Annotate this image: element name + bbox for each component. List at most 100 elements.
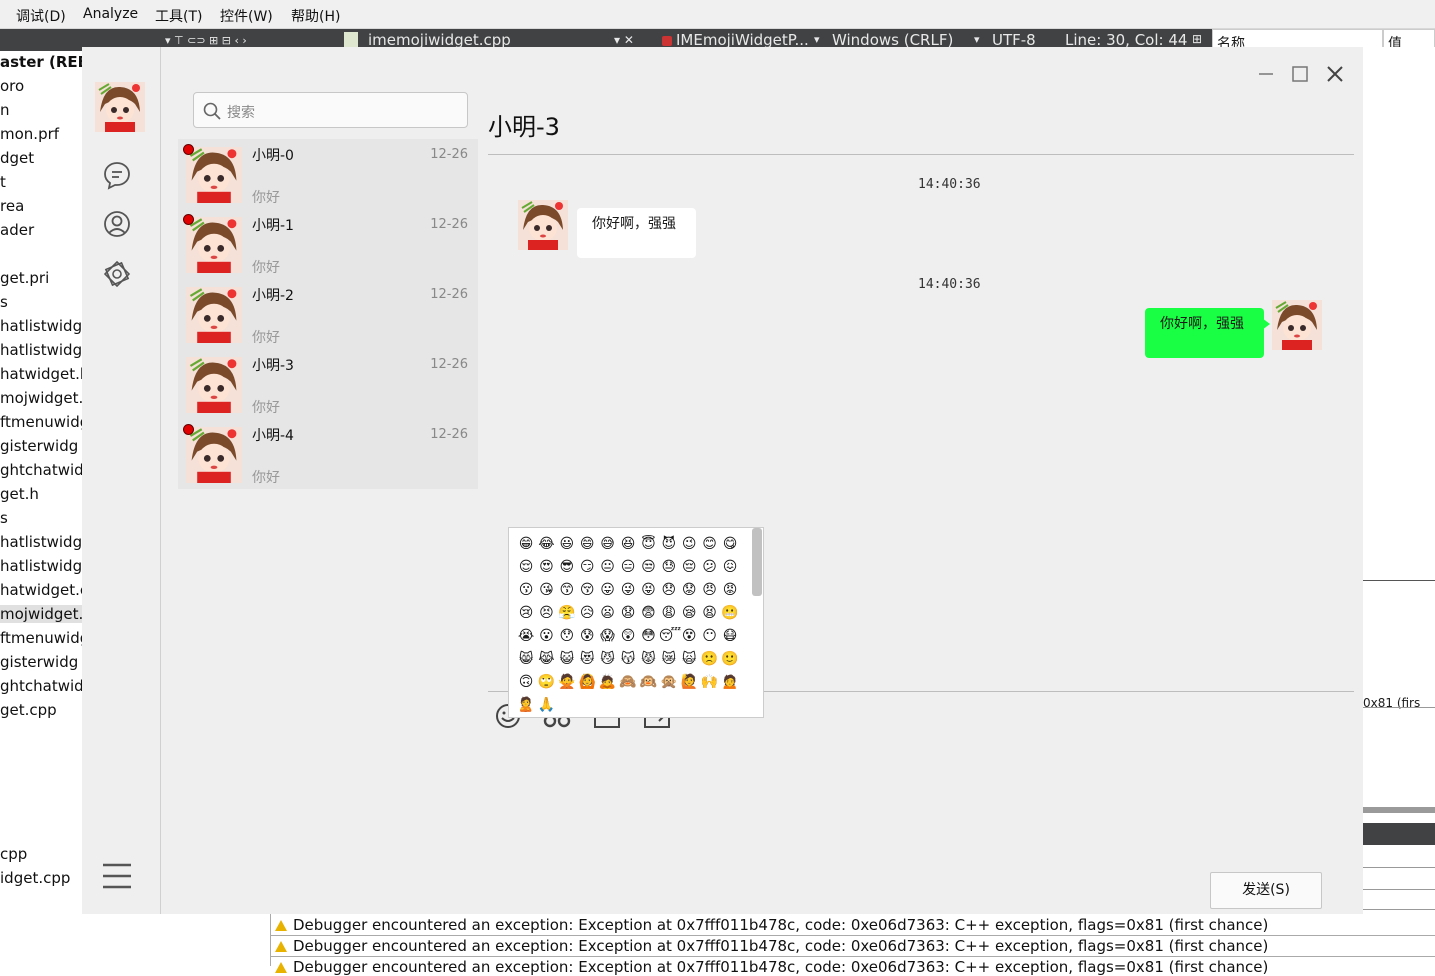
emoji-item[interactable]: 😝: [638, 580, 658, 600]
project-file-item[interactable]: hatlistwidge: [0, 533, 82, 551]
emoji-item[interactable]: 🙍: [720, 672, 740, 692]
emoji-item[interactable]: 🙎: [516, 695, 536, 715]
emoji-item[interactable]: 😐: [598, 557, 618, 577]
project-file-item[interactable]: cpp: [0, 845, 27, 863]
project-file-item[interactable]: hatlistwidge: [0, 341, 82, 359]
emoji-item[interactable]: 😦: [598, 603, 618, 623]
chat-icon[interactable]: [102, 160, 132, 190]
emoji-item[interactable]: 😂: [536, 534, 556, 554]
emoji-item[interactable]: 😵: [679, 626, 699, 646]
emoji-item[interactable]: 😭: [516, 626, 536, 646]
project-file-item[interactable]: hatwidget.h: [0, 365, 82, 383]
emoji-item[interactable]: 🙀: [679, 649, 699, 669]
emoji-item[interactable]: 😺: [557, 649, 577, 669]
emoji-item[interactable]: 🙊: [659, 672, 679, 692]
menu-help[interactable]: 帮助(H): [291, 6, 340, 26]
chevron-down-icon[interactable]: ▾: [974, 33, 980, 46]
emoji-item[interactable]: 😄: [577, 534, 597, 554]
emoji-item[interactable]: 😸: [516, 649, 536, 669]
emoji-item[interactable]: 🙆: [577, 672, 597, 692]
emoji-item[interactable]: 🙅: [557, 672, 577, 692]
minimize-icon[interactable]: [1257, 65, 1275, 83]
project-file-item[interactable]: rea: [0, 197, 24, 215]
user-avatar[interactable]: [95, 82, 145, 132]
contact-item[interactable]: 小明-4 12-26 你好: [178, 419, 478, 489]
emoji-item[interactable]: 🙈: [618, 672, 638, 692]
close-icon[interactable]: [1326, 65, 1344, 83]
emoji-item[interactable]: 😠: [700, 580, 720, 600]
close-tab-icon[interactable]: ▾ ✕: [614, 33, 634, 47]
self-avatar[interactable]: [1272, 300, 1322, 350]
emoji-item[interactable]: 😲: [618, 626, 638, 646]
emoji-item[interactable]: 😘: [536, 580, 556, 600]
emoji-item[interactable]: 😯: [557, 626, 577, 646]
emoji-item[interactable]: 😰: [577, 626, 597, 646]
contact-item[interactable]: 小明-0 12-26 你好: [178, 139, 478, 209]
emoji-item[interactable]: 😧: [618, 603, 638, 623]
emoji-item[interactable]: 😁: [516, 534, 536, 554]
emoji-item[interactable]: 😻: [577, 649, 597, 669]
menu-analyze[interactable]: Analyze: [83, 6, 138, 22]
emoji-item[interactable]: 😚: [577, 580, 597, 600]
project-file-item[interactable]: mon.prf: [0, 125, 59, 143]
emoji-item[interactable]: 😼: [598, 649, 618, 669]
emoji-panel[interactable]: 😁 😂 😃 😄 😅 😆 😇 😈 😉 😊 😋 😌 😍 😎 😏 😐 😑 😒 😓 😔 😕 😖 😗 😘 😙 😚 😛 😜 😝 😞 😟 😠 😡 😢 😣 😤 😥 😦 😧 😨…: [508, 527, 764, 718]
emoji-item[interactable]: 😇: [638, 534, 658, 554]
emoji-item[interactable]: 😨: [638, 603, 658, 623]
emoji-item[interactable]: 😒: [638, 557, 658, 577]
project-file-item[interactable]: aster (REBA: [0, 53, 82, 71]
split-icon[interactable]: ⊞: [1192, 32, 1202, 46]
project-file-item[interactable]: ader: [0, 221, 34, 239]
emoji-item[interactable]: 😛: [598, 580, 618, 600]
emoji-item[interactable]: 😍: [536, 557, 556, 577]
emoji-item[interactable]: 😮: [536, 626, 556, 646]
project-file-item[interactable]: hatwidget.c: [0, 581, 82, 599]
emoji-item[interactable]: 😎: [557, 557, 577, 577]
project-file-item[interactable]: gisterwidg: [0, 437, 78, 455]
emoji-item[interactable]: 😋: [720, 534, 740, 554]
emoji-item[interactable]: 😱: [598, 626, 618, 646]
contact-item[interactable]: 小明-1 12-26 你好: [178, 209, 478, 279]
emoji-item[interactable]: 😅: [598, 534, 618, 554]
project-file-item[interactable]: get.h: [0, 485, 39, 503]
contact-avatar[interactable]: [518, 200, 568, 250]
chevron-down-icon[interactable]: ▾: [814, 33, 820, 46]
menu-controls[interactable]: 控件(W): [220, 6, 273, 26]
emoji-item[interactable]: 😿: [659, 649, 679, 669]
menu-icon[interactable]: [102, 861, 132, 891]
emoji-item[interactable]: 😟: [679, 580, 699, 600]
contacts-icon[interactable]: [102, 209, 132, 239]
menu-tools[interactable]: 工具(T): [155, 6, 202, 26]
project-file-item[interactable]: hatlistwidge: [0, 317, 82, 335]
maximize-icon[interactable]: [1291, 65, 1309, 83]
emoji-item[interactable]: 😈: [659, 534, 679, 554]
emoji-scrollbar[interactable]: [752, 528, 762, 596]
emoji-item[interactable]: 😤: [557, 603, 577, 623]
project-file-item[interactable]: idget.cpp: [0, 869, 70, 887]
emoji-item[interactable]: 😳: [638, 626, 658, 646]
settings-star-icon[interactable]: [102, 259, 132, 289]
emoji-item[interactable]: 😊: [700, 534, 720, 554]
project-file-item[interactable]: dget: [0, 149, 34, 167]
emoji-item[interactable]: 😹: [536, 649, 556, 669]
emoji-item[interactable]: 🙏: [536, 695, 556, 715]
contact-item[interactable]: 小明-3 12-26 你好: [178, 349, 478, 419]
emoji-item[interactable]: 😫: [700, 603, 720, 623]
toolbar-icons[interactable]: ▾ ⊤ ⊂⊃ ⊞ ⊟ ‹ ›: [165, 34, 247, 47]
emoji-item[interactable]: 😞: [659, 580, 679, 600]
project-file-item[interactable]: mojwidget.h: [0, 389, 82, 407]
project-file-item[interactable]: oro: [0, 77, 24, 95]
send-button[interactable]: 发送(S): [1210, 872, 1322, 909]
emoji-item[interactable]: 🙃: [516, 672, 536, 692]
project-file-item[interactable]: hatlistwidge: [0, 557, 82, 575]
project-file-item[interactable]: ftmenuwidg: [0, 629, 82, 647]
emoji-item[interactable]: 🙄: [536, 672, 556, 692]
emoji-item[interactable]: 😣: [536, 603, 556, 623]
emoji-item[interactable]: 😴: [659, 626, 681, 646]
emoji-item[interactable]: 😽: [618, 649, 638, 669]
emoji-item[interactable]: 😩: [659, 603, 679, 623]
project-file-item[interactable]: ghtchatwidg: [0, 461, 82, 479]
emoji-item[interactable]: 🙌: [700, 672, 720, 692]
emoji-item[interactable]: 😡: [720, 580, 740, 600]
menu-debug[interactable]: 调试(D): [16, 6, 66, 26]
